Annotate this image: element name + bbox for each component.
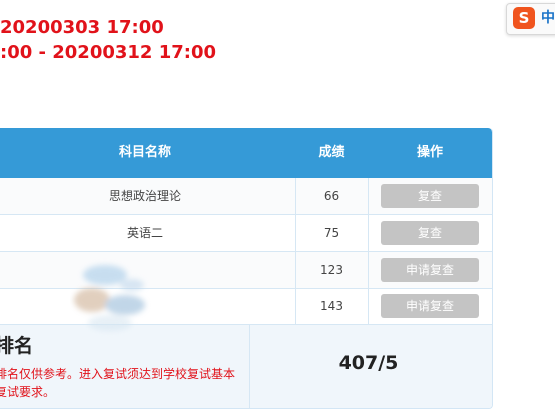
score-value: 123 xyxy=(320,263,343,277)
review-button[interactable]: 复查 xyxy=(381,184,479,208)
rank-row: 排名 排名仅供参考。进入复试须达到学校复试基本复试要求。 407/5 xyxy=(0,325,492,408)
subject-name xyxy=(0,252,295,288)
table-row: 思想政治理论 66 复查 xyxy=(0,178,492,215)
apply-review-button[interactable]: 申请复查 xyxy=(381,294,479,318)
subject-name xyxy=(0,288,295,324)
rank-value: 407/5 xyxy=(338,352,399,374)
table-row: 英语二 75 复查 xyxy=(0,215,492,252)
rank-title: 排名 xyxy=(0,335,34,357)
column-divider xyxy=(368,252,369,288)
review-button[interactable]: 复查 xyxy=(381,221,479,245)
column-divider xyxy=(368,178,369,214)
column-header-action: 操作 xyxy=(416,145,443,160)
column-header-subject: 科目名称 xyxy=(118,145,171,160)
table-row: 143 申请复查 xyxy=(0,288,492,325)
score-value: 66 xyxy=(323,189,340,203)
rank-note: 排名仅供参考。进入复试须达到学校复试基本复试要求。 xyxy=(0,367,236,399)
column-header-score: 成绩 xyxy=(318,145,345,160)
score-value: 143 xyxy=(320,299,343,313)
review-period: :00 - 20200312 17:00 xyxy=(0,42,217,63)
column-divider xyxy=(249,325,250,408)
apply-review-button[interactable]: 申请复查 xyxy=(381,258,479,282)
sogou-logo-icon[interactable]: S xyxy=(513,7,535,29)
subject-name: 英语二 xyxy=(126,226,163,240)
ime-toolbar[interactable]: S 中 xyxy=(506,3,555,35)
column-divider xyxy=(368,288,369,324)
exam-period-start: 20200303 17:00 xyxy=(0,17,164,38)
column-divider xyxy=(368,215,369,251)
table-header: 科目名称 成绩 操作 xyxy=(0,128,492,178)
score-table: 科目名称 成绩 操作 思想政治理论 66 复查 英语二 75 复查 123 申请… xyxy=(0,128,493,409)
table-row: 123 申请复查 xyxy=(0,252,492,289)
score-value: 75 xyxy=(323,226,340,240)
input-mode-toggle[interactable]: 中 xyxy=(541,8,555,28)
subject-name: 思想政治理论 xyxy=(108,189,181,203)
